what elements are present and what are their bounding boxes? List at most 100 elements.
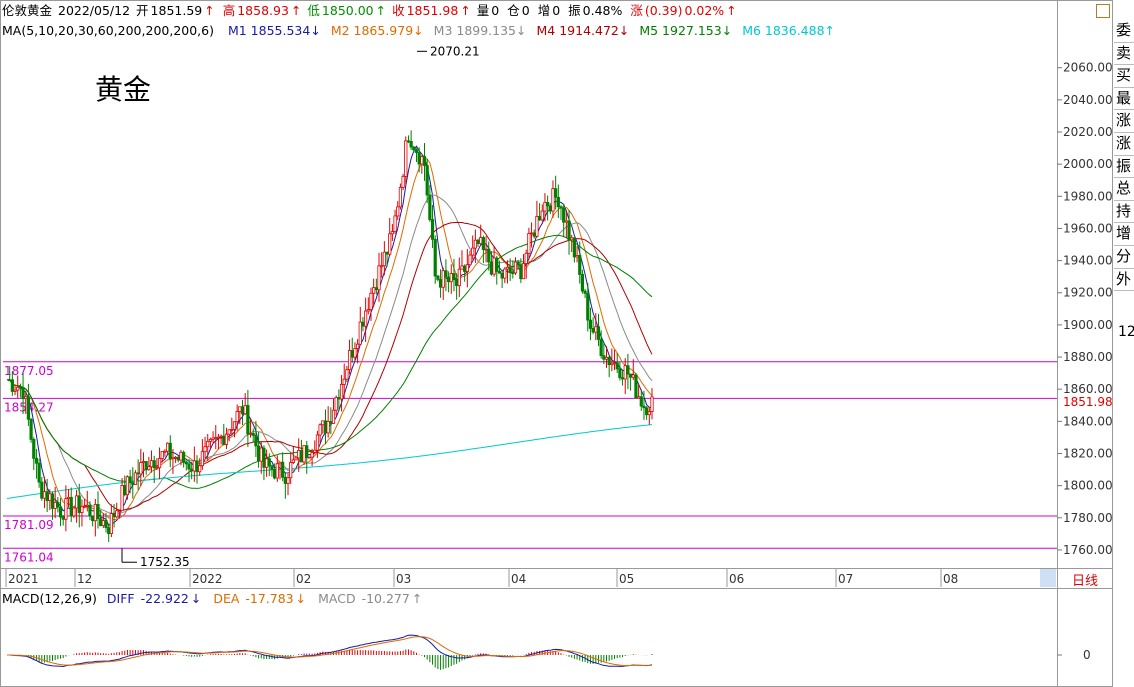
candle-down bbox=[385, 251, 389, 255]
candle-up bbox=[318, 424, 322, 436]
candle-down bbox=[588, 319, 593, 329]
candle-down bbox=[409, 140, 413, 148]
candle-up bbox=[321, 420, 325, 426]
panel-toggle-icon[interactable] bbox=[1096, 4, 1110, 18]
candle-down bbox=[430, 219, 435, 240]
candle-up bbox=[543, 201, 547, 212]
candle-up bbox=[524, 252, 528, 264]
candle-down bbox=[572, 237, 576, 258]
candle-down bbox=[329, 421, 333, 424]
candle-down bbox=[283, 476, 287, 484]
candle-down bbox=[511, 272, 515, 275]
candle-up bbox=[141, 461, 146, 463]
candle-up bbox=[232, 421, 237, 430]
candle-down bbox=[559, 206, 563, 209]
candle-up bbox=[171, 457, 175, 460]
candle-up bbox=[353, 348, 357, 358]
candle-down bbox=[262, 447, 266, 468]
candle-down bbox=[112, 513, 116, 518]
candle-up bbox=[203, 446, 207, 453]
period-label[interactable]: 日线 bbox=[1072, 570, 1098, 589]
macd-dea: DEA -17.783 ↓ bbox=[213, 591, 307, 606]
candle-up bbox=[505, 266, 510, 270]
side-panel-item: 涨 bbox=[1114, 110, 1134, 133]
candle-down bbox=[69, 496, 73, 517]
x-tick-label: 06 bbox=[729, 572, 744, 586]
candle-down bbox=[305, 445, 309, 459]
candle-up bbox=[120, 485, 124, 512]
candle-up bbox=[165, 442, 170, 452]
candle-up bbox=[238, 406, 242, 412]
candle-down bbox=[642, 405, 646, 409]
candle-up bbox=[192, 460, 196, 472]
candle-up bbox=[174, 457, 178, 459]
candle-up bbox=[80, 506, 84, 513]
candle-down bbox=[195, 460, 199, 473]
candle-down bbox=[37, 462, 41, 483]
candle-down bbox=[187, 463, 191, 470]
side-panel-item: 买 bbox=[1114, 65, 1134, 88]
candle-up bbox=[310, 452, 314, 458]
candle-up bbox=[42, 491, 47, 499]
candle-down bbox=[495, 257, 499, 272]
candle-up bbox=[457, 268, 461, 287]
candle-up bbox=[647, 411, 651, 416]
side-panel-item: 最 bbox=[1114, 88, 1134, 111]
candle-up bbox=[473, 239, 477, 249]
candle-up bbox=[468, 254, 472, 266]
candle-down bbox=[546, 201, 550, 207]
candle-down bbox=[131, 482, 135, 485]
support-resistance-label: 1761.04 bbox=[4, 550, 54, 564]
candle-up bbox=[366, 309, 370, 312]
candle-down bbox=[580, 274, 585, 292]
scroll-thumb[interactable] bbox=[1040, 569, 1056, 587]
y-tick-label: 1920.00 bbox=[1063, 286, 1113, 300]
candle-up bbox=[404, 140, 408, 177]
candle-up bbox=[521, 263, 526, 280]
x-tick-label: 07 bbox=[838, 572, 853, 586]
candle-up bbox=[326, 421, 330, 434]
ma-line-m6 bbox=[6, 424, 653, 499]
x-tick-label: 02 bbox=[296, 572, 311, 586]
candle-up bbox=[214, 437, 218, 440]
candle-up bbox=[564, 220, 568, 223]
candle-up bbox=[155, 467, 159, 470]
candle-up bbox=[139, 462, 143, 475]
candle-up bbox=[85, 504, 89, 507]
candle-up bbox=[342, 378, 346, 385]
side-panel-item: 增 bbox=[1114, 223, 1134, 246]
candle-up bbox=[551, 188, 555, 212]
support-resistance-label: 1781.09 bbox=[4, 518, 54, 532]
candle-down bbox=[489, 261, 494, 275]
candle-down bbox=[56, 501, 60, 508]
candle-down bbox=[251, 432, 255, 436]
candle-down bbox=[476, 239, 480, 244]
quote-side-panel: 委卖买最涨涨振总持增分外 bbox=[1114, 20, 1134, 292]
candle-down bbox=[77, 495, 81, 513]
candle-down bbox=[487, 248, 491, 263]
candle-down bbox=[99, 518, 103, 526]
candle-down bbox=[500, 272, 504, 279]
side-panel-item: 卖 bbox=[1114, 43, 1134, 66]
candle-down bbox=[50, 493, 55, 509]
side-panel-item: 振 bbox=[1114, 156, 1134, 179]
y-tick-label: 1900.00 bbox=[1063, 318, 1113, 332]
candle-down bbox=[645, 407, 649, 416]
candle-down bbox=[516, 261, 520, 266]
y-tick-label: 1820.00 bbox=[1063, 446, 1113, 460]
candle-down bbox=[273, 469, 277, 479]
candle-up bbox=[594, 326, 598, 333]
candle-up bbox=[492, 257, 496, 275]
candle-down bbox=[425, 165, 429, 196]
candle-down bbox=[578, 255, 582, 275]
candle-down bbox=[182, 451, 186, 463]
side-panel-item: 外 bbox=[1114, 269, 1134, 292]
y-tick-label: 1940.00 bbox=[1063, 254, 1113, 268]
candle-down bbox=[497, 271, 502, 274]
chart-canvas: 2060.00 2040.00 2020.00 2000.00 1980.00 1960.… bbox=[0, 0, 1113, 687]
candle-up bbox=[101, 520, 105, 526]
candle-up bbox=[575, 255, 579, 258]
candle-up bbox=[48, 493, 52, 502]
candle-up bbox=[289, 462, 293, 479]
candle-up bbox=[388, 233, 392, 255]
